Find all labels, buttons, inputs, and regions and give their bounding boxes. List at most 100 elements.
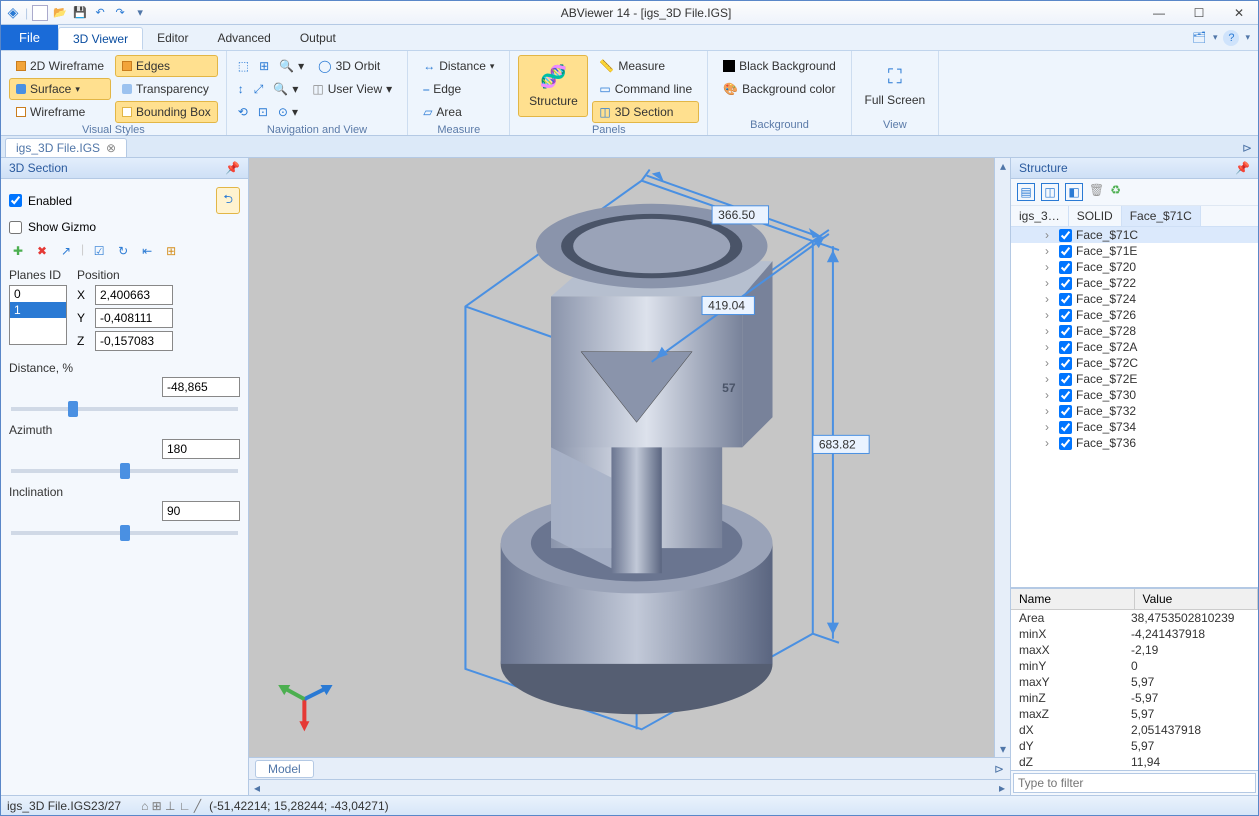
fullscreen-button[interactable]: ⛶ Full Screen [860, 55, 930, 117]
bg-color-button[interactable]: 🎨Background color [716, 78, 843, 100]
tree-checkbox[interactable] [1059, 325, 1072, 338]
horizontal-scrollbar[interactable]: ◂ ▸ [249, 779, 1010, 795]
chevron-icon[interactable]: › [1045, 260, 1055, 274]
filter-input[interactable] [1013, 773, 1256, 793]
breadcrumb-item-1[interactable]: SOLID [1069, 206, 1122, 226]
tab-advanced[interactable]: Advanced [203, 25, 285, 50]
measure-panel-button[interactable]: 📏Measure [592, 55, 699, 77]
edge-button[interactable]: ⎯Edge [416, 78, 501, 100]
position-x-input[interactable] [95, 285, 173, 305]
chevron-icon[interactable]: › [1045, 244, 1055, 258]
tree-checkbox[interactable] [1059, 405, 1072, 418]
maximize-button[interactable]: ☐ [1184, 3, 1214, 23]
tree-row[interactable]: ›Face_$71C [1011, 227, 1258, 243]
tab-output[interactable]: Output [286, 25, 351, 50]
2d-wireframe-button[interactable]: 2D Wireframe [9, 55, 111, 77]
nav-icon-7[interactable]: ⊡ [255, 101, 271, 123]
chevron-icon[interactable]: › [1045, 436, 1055, 450]
distance-input[interactable] [162, 377, 240, 397]
close-tab-icon[interactable]: ⊗ [106, 141, 116, 155]
section-tool-icon-4[interactable]: ⇤ [138, 242, 156, 260]
tree-row[interactable]: ›Face_$730 [1011, 387, 1258, 403]
transparency-button[interactable]: Transparency [115, 78, 218, 100]
chevron-icon[interactable]: › [1045, 324, 1055, 338]
tree-row[interactable]: ›Face_$72C [1011, 355, 1258, 371]
wireframe-button[interactable]: Wireframe [9, 101, 111, 123]
azimuth-slider[interactable] [11, 469, 238, 473]
user-view-button[interactable]: ◫User View▾ [305, 78, 399, 100]
scroll-down-icon[interactable]: ▾ [995, 741, 1011, 757]
planes-list[interactable]: 0 1 [9, 285, 67, 345]
tree-row[interactable]: ›Face_$72E [1011, 371, 1258, 387]
section-tool-icon-1[interactable]: ↗ [57, 242, 75, 260]
undo-icon[interactable]: ↶ [92, 5, 108, 21]
recent-icon[interactable]: 🗂 [1191, 30, 1207, 46]
commandline-button[interactable]: ▭Command line [592, 78, 699, 100]
tree-row[interactable]: ›Face_$734 [1011, 419, 1258, 435]
tree-checkbox[interactable] [1059, 341, 1072, 354]
tree-row[interactable]: ›Face_$720 [1011, 259, 1258, 275]
chevron-icon[interactable]: › [1045, 388, 1055, 402]
tree-row[interactable]: ›Face_$728 [1011, 323, 1258, 339]
remove-plane-icon[interactable]: ✖ [33, 242, 51, 260]
tree-row[interactable]: ›Face_$726 [1011, 307, 1258, 323]
new-icon[interactable]: ▫ [32, 5, 48, 21]
tab-editor[interactable]: Editor [143, 25, 203, 50]
3d-section-button[interactable]: ◫3D Section [592, 101, 699, 123]
add-plane-icon[interactable]: ✚ [9, 242, 27, 260]
struct-tool-icon-4[interactable]: 🗑 [1089, 183, 1104, 201]
chevron-icon[interactable]: › [1045, 276, 1055, 290]
help-dropdown-icon[interactable]: ▾ [1245, 32, 1250, 43]
tree-checkbox[interactable] [1059, 389, 1072, 402]
chevron-icon[interactable]: › [1045, 228, 1055, 242]
tree-row[interactable]: ›Face_$724 [1011, 291, 1258, 307]
tree-row[interactable]: ›Face_$732 [1011, 403, 1258, 419]
tree-checkbox[interactable] [1059, 261, 1072, 274]
zoom-button[interactable]: 🔍▾ [276, 55, 307, 77]
tab-3dviewer[interactable]: 3D Viewer [58, 27, 143, 50]
area-button[interactable]: ▱Area [416, 101, 501, 123]
save-icon[interactable]: 💾 [72, 5, 88, 21]
nav-icon-3[interactable]: ↕ [235, 78, 247, 100]
vertical-scrollbar[interactable]: ▴ ▾ [994, 158, 1010, 757]
inclination-input[interactable] [162, 501, 240, 521]
position-z-input[interactable] [95, 331, 173, 351]
tree-checkbox[interactable] [1059, 229, 1072, 242]
scroll-right-icon[interactable]: ▸ [994, 780, 1010, 796]
nav-icon-1[interactable]: ⬚ [235, 55, 252, 77]
chevron-icon[interactable]: › [1045, 356, 1055, 370]
minimize-button[interactable]: — [1144, 3, 1174, 23]
section-tool-icon-2[interactable]: ☑ [90, 242, 108, 260]
close-button[interactable]: ✕ [1224, 3, 1254, 23]
section-tool-icon-3[interactable]: ↻ [114, 242, 132, 260]
inclination-slider[interactable] [11, 531, 238, 535]
section-tool-icon-5[interactable]: ⊞ [162, 242, 180, 260]
tree-checkbox[interactable] [1059, 245, 1072, 258]
3d-orbit-button[interactable]: ◯3D Orbit [311, 55, 387, 77]
azimuth-input[interactable] [162, 439, 240, 459]
chevron-icon[interactable]: › [1045, 372, 1055, 386]
tree-checkbox[interactable] [1059, 357, 1072, 370]
chevron-icon[interactable]: › [1045, 292, 1055, 306]
tree-row[interactable]: ›Face_$722 [1011, 275, 1258, 291]
tree-checkbox[interactable] [1059, 421, 1072, 434]
tree-checkbox[interactable] [1059, 293, 1072, 306]
help-icon[interactable]: ? [1223, 30, 1239, 46]
chevron-icon[interactable]: › [1045, 404, 1055, 418]
chevron-icon[interactable]: › [1045, 340, 1055, 354]
model-tab[interactable]: Model [255, 760, 314, 778]
tree-checkbox[interactable] [1059, 309, 1072, 322]
tree-row[interactable]: ›Face_$71E [1011, 243, 1258, 259]
tree-row[interactable]: ›Face_$736 [1011, 435, 1258, 451]
struct-tool-icon-1[interactable]: ▤ [1017, 183, 1035, 201]
breadcrumb-item-2[interactable]: Face_$71C [1122, 206, 1201, 226]
tree-row[interactable]: ›Face_$72A [1011, 339, 1258, 355]
struct-tool-icon-5[interactable]: ♻ [1110, 183, 1121, 201]
chevron-icon[interactable]: › [1045, 308, 1055, 322]
nav-icon-6[interactable]: ⟲ [235, 101, 251, 123]
nav-icon-2[interactable]: ⊞ [256, 55, 272, 77]
structure-tree[interactable]: ›Face_$71C›Face_$71E›Face_$720›Face_$722… [1011, 227, 1258, 588]
scroll-left-icon[interactable]: ◂ [249, 780, 265, 796]
pin-icon[interactable]: 📌 [225, 161, 240, 175]
distance-button[interactable]: ↔Distance▾ [416, 55, 501, 77]
